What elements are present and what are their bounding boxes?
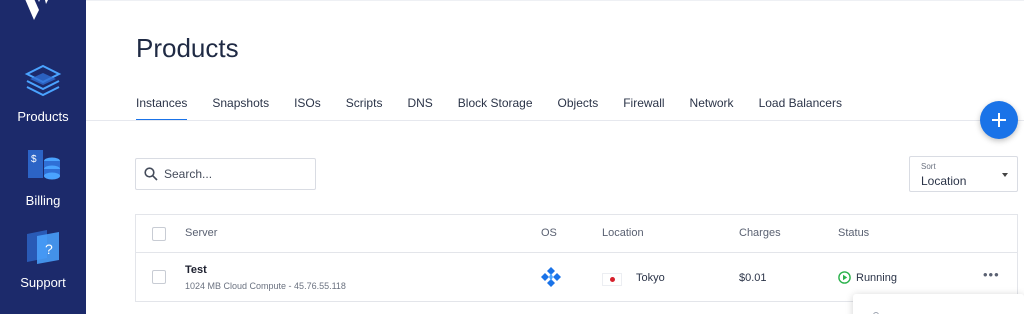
sidebar-item-label: Billing [25, 193, 61, 208]
svg-text:$: $ [31, 154, 37, 165]
server-name-link[interactable]: Test [185, 264, 207, 276]
instances-table: Server OS Location Charges Status Test 1… [135, 214, 1018, 302]
tab-block-storage[interactable]: Block Storage [458, 96, 533, 121]
sidebar-item-products[interactable]: Products [0, 62, 86, 124]
sidebar-item-billing[interactable]: $ Billing [0, 146, 86, 208]
tab-dns[interactable]: DNS [407, 96, 432, 121]
main-content: Products Instances Snapshots ISOs Script… [86, 0, 1024, 314]
sidebar-item-label: Support [20, 275, 66, 290]
location-text: Tokyo [636, 272, 665, 284]
tab-bar: Instances Snapshots ISOs Scripts DNS Blo… [136, 96, 867, 121]
sidebar-item-label: Products [17, 109, 69, 124]
sort-label: Sort [921, 162, 936, 171]
tab-firewall[interactable]: Firewall [623, 96, 664, 121]
charges-value: $0.01 [739, 272, 767, 284]
server-description: 1024 MB Cloud Compute - 45.76.55.118 [185, 281, 346, 291]
search-icon [144, 167, 158, 186]
page-title: Products [136, 33, 239, 63]
sidebar: Products $ Billing ? Support [0, 0, 86, 314]
column-header-server[interactable]: Server [185, 227, 217, 239]
column-header-location[interactable]: Location [602, 227, 644, 239]
row-checkbox[interactable] [152, 270, 166, 284]
running-status-icon [838, 271, 851, 289]
tab-snapshots[interactable]: Snapshots [212, 96, 269, 121]
tabs-divider [86, 120, 1024, 121]
more-actions-icon[interactable]: ••• [983, 267, 1000, 282]
support-question-icon: ? [0, 228, 86, 269]
vultr-logo[interactable] [22, 0, 52, 26]
search-box [135, 158, 316, 190]
row-actions-menu [853, 294, 1024, 314]
tab-scripts[interactable]: Scripts [346, 96, 383, 121]
search-input[interactable] [164, 159, 312, 189]
table-header: Server OS Location Charges Status [136, 215, 1017, 253]
sidebar-item-support[interactable]: ? Support [0, 228, 86, 290]
tab-objects[interactable]: Objects [558, 96, 599, 121]
products-layers-icon [0, 62, 86, 103]
chevron-down-icon [1002, 173, 1008, 177]
add-button[interactable] [980, 101, 1018, 139]
column-header-status[interactable]: Status [838, 227, 869, 239]
sort-select[interactable]: Sort Location [909, 156, 1018, 192]
sort-value: Location [921, 174, 967, 188]
plus-icon [992, 113, 1006, 127]
column-header-os[interactable]: OS [541, 227, 557, 239]
tab-instances[interactable]: Instances [136, 96, 188, 121]
tab-load-balancers[interactable]: Load Balancers [759, 96, 842, 121]
column-header-charges[interactable]: Charges [739, 227, 781, 239]
tab-isos[interactable]: ISOs [294, 96, 321, 121]
tab-network[interactable]: Network [690, 96, 734, 121]
select-all-checkbox[interactable] [152, 227, 166, 241]
japan-flag-icon [602, 273, 622, 286]
status-text: Running [856, 272, 897, 284]
billing-coins-icon: $ [0, 146, 86, 187]
os-icon [541, 267, 561, 292]
svg-text:?: ? [45, 241, 53, 257]
